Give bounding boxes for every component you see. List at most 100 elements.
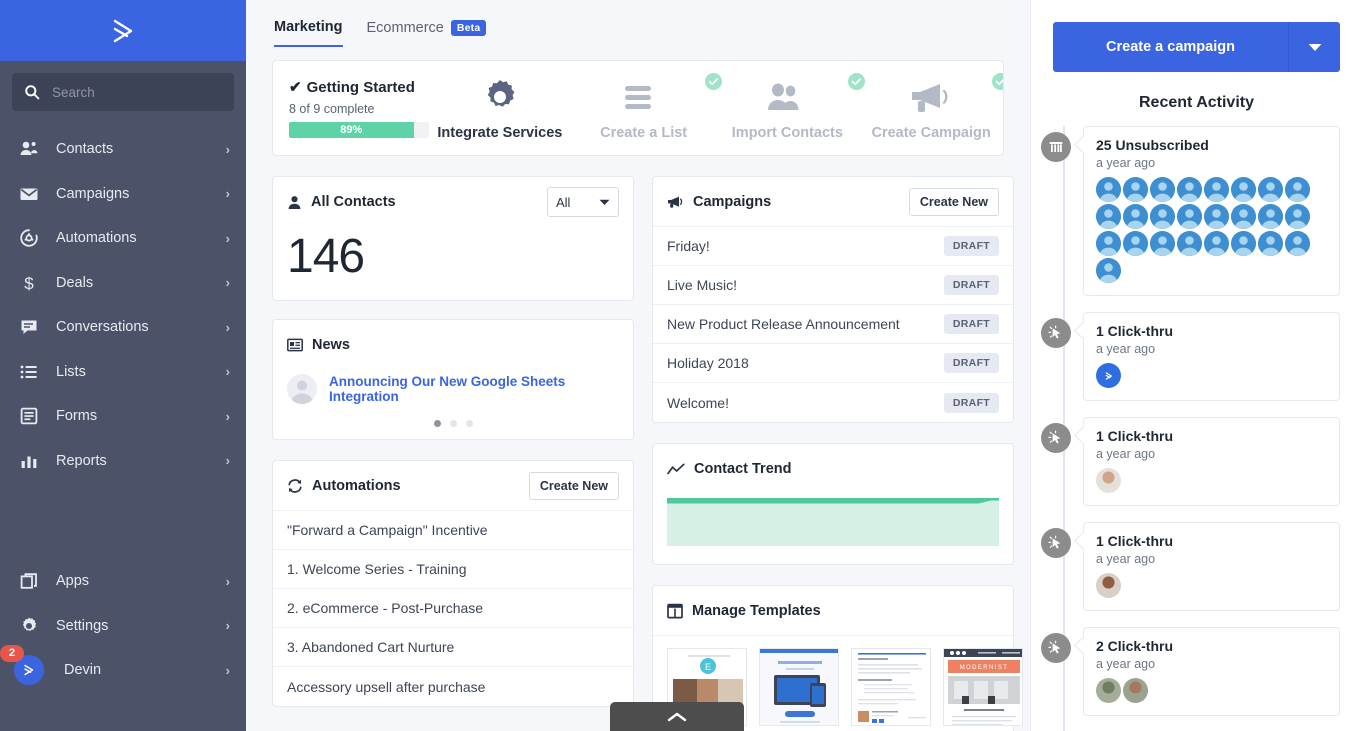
carousel-dot[interactable] — [434, 420, 441, 427]
contacts-filter-select[interactable]: All — [547, 187, 619, 217]
activity-item: 25 Unsubscribed a year ago — [1083, 126, 1340, 296]
activity-avatar-group — [1096, 678, 1311, 703]
activity-item: 1 Click-thru a year ago — [1083, 522, 1340, 611]
activity-title: 1 Click-thru — [1096, 428, 1327, 444]
list-item[interactable]: 1. Welcome Series - Training — [273, 550, 633, 589]
avatar — [1096, 177, 1121, 202]
contact-trend-header: Contact Trend — [653, 444, 1013, 494]
automation-name: Accessory upsell after purchase — [287, 679, 619, 695]
list-item[interactable]: 3. Abandoned Cart Nurture — [273, 628, 633, 667]
table-row[interactable]: Holiday 2018 DRAFT — [653, 344, 1013, 383]
automations-create-new-button[interactable]: Create New — [529, 472, 619, 500]
getting-started-steps: Integrate Services — [428, 75, 1003, 141]
sidebar-item-conversations[interactable]: Conversations › — [0, 305, 246, 350]
activity-card[interactable]: 1 Click-thru a year ago — [1083, 417, 1340, 506]
news-headline-link[interactable]: Announcing Our New Google Sheets Integra… — [329, 374, 619, 404]
avatar — [1123, 204, 1148, 229]
getting-started-card: ✔ Getting Started 8 of 9 complete 89% — [272, 60, 1004, 156]
list-item[interactable]: "Forward a Campaign" Incentive — [273, 511, 633, 550]
activity-card[interactable]: 1 Click-thru a year ago — [1083, 312, 1340, 401]
create-a-campaign-button[interactable]: Create a campaign — [1053, 22, 1288, 72]
news-carousel-dots — [273, 414, 633, 439]
right-panel: Create a campaign Recent Activity — [1030, 0, 1362, 731]
sidebar-item-forms[interactable]: Forms › — [0, 394, 246, 439]
activity-item: 2 Click-thru a year ago — [1083, 627, 1340, 716]
table-row[interactable]: New Product Release Announcement DRAFT — [653, 305, 1013, 344]
avatar — [1285, 231, 1310, 256]
step-integrate-services[interactable]: Integrate Services — [428, 75, 572, 141]
create-campaign-dropdown-button[interactable] — [1288, 22, 1340, 72]
chevron-right-icon: › — [226, 663, 230, 678]
activity-card[interactable]: 2 Click-thru a year ago — [1083, 627, 1340, 716]
sidebar-item-automations[interactable]: Automations › — [0, 216, 246, 261]
search-input[interactable] — [52, 85, 222, 100]
sidebar-item-campaigns[interactable]: Campaigns › — [0, 172, 246, 217]
sidebar-item-label: Apps — [56, 573, 210, 589]
sidebar-item-reports[interactable]: Reports › — [0, 439, 246, 484]
campaigns-create-new-button[interactable]: Create New — [909, 188, 999, 216]
carousel-dot[interactable] — [466, 420, 473, 427]
step-create-campaign[interactable]: Create Campaign — [859, 75, 1003, 141]
template-thumbnail[interactable]: MODERNIST — [943, 648, 1023, 726]
status-badge: DRAFT — [944, 393, 999, 413]
search-box[interactable] — [12, 73, 234, 111]
sidebar-item-label: Reports — [56, 453, 210, 469]
click-icon — [1041, 423, 1071, 453]
chevron-up-icon — [666, 711, 688, 723]
all-contacts-count: 146 — [273, 227, 633, 300]
sidebar-item-deals[interactable]: $ Deals › — [0, 261, 246, 306]
sidebar-item-label: Automations — [56, 230, 210, 246]
avatar — [1123, 678, 1148, 703]
campaigns-header: Campaigns Create New — [653, 177, 1013, 227]
getting-started-subtitle: 8 of 9 complete — [289, 102, 428, 116]
template-thumbnail[interactable] — [851, 648, 931, 726]
sidebar-item-account[interactable]: 2 Devin › — [0, 648, 246, 693]
list-item[interactable]: 2. eCommerce - Post-Purchase — [273, 589, 633, 628]
template-thumbnail[interactable] — [759, 648, 839, 726]
avatar — [1096, 204, 1121, 229]
people-icon — [716, 75, 860, 119]
avatar — [1150, 204, 1175, 229]
activity-avatar-group — [1096, 468, 1311, 493]
activity-card[interactable]: 1 Click-thru a year ago — [1083, 522, 1340, 611]
chevron-right-icon: › — [226, 574, 230, 589]
tab-ecommerce[interactable]: Ecommerce Beta — [367, 20, 487, 46]
sidebar-item-settings[interactable]: Settings › — [0, 604, 246, 649]
sidebar-item-label: Settings — [56, 618, 210, 634]
click-icon — [1041, 318, 1071, 348]
campaign-name: Live Music! — [667, 277, 944, 293]
tab-marketing[interactable]: Marketing — [274, 19, 343, 47]
contact-trend-card: Contact Trend — [652, 443, 1014, 565]
chat-dock-toggle[interactable] — [610, 702, 744, 731]
carousel-dot[interactable] — [450, 420, 457, 427]
contacts-filter-value: All — [556, 195, 570, 210]
avatar — [1096, 363, 1121, 388]
step-import-contacts[interactable]: Import Contacts — [716, 75, 860, 141]
table-row[interactable]: Live Music! DRAFT — [653, 266, 1013, 305]
step-label: Integrate Services — [428, 125, 572, 141]
automation-name: 2. eCommerce - Post-Purchase — [287, 600, 619, 616]
avatar — [1096, 678, 1121, 703]
activity-card[interactable]: 25 Unsubscribed a year ago — [1083, 126, 1340, 296]
bar-chart-icon — [18, 450, 40, 472]
sidebar-item-lists[interactable]: Lists › — [0, 350, 246, 395]
step-create-a-list[interactable]: Create a List — [572, 75, 716, 141]
list-icon — [18, 361, 40, 383]
search-icon — [24, 84, 40, 100]
click-icon — [1041, 633, 1071, 663]
activity-time: a year ago — [1096, 156, 1327, 170]
contacts-icon — [18, 138, 40, 160]
activity-title: 2 Click-thru — [1096, 638, 1327, 654]
all-contacts-card: All Contacts All 146 — [272, 176, 634, 301]
create-campaign-group: Create a campaign — [1031, 0, 1362, 72]
chevron-down-icon — [1308, 43, 1322, 52]
sidebar-item-contacts[interactable]: Contacts › — [0, 127, 246, 172]
sidebar-item-apps[interactable]: Apps › — [0, 559, 246, 604]
table-row[interactable]: Welcome! DRAFT — [653, 383, 1013, 422]
manage-templates-title: Manage Templates — [692, 603, 999, 619]
list-item[interactable]: Accessory upsell after purchase — [273, 667, 633, 706]
chevron-right-icon: › — [226, 320, 230, 335]
brand-bar[interactable] — [0, 0, 246, 61]
table-row[interactable]: Friday! DRAFT — [653, 227, 1013, 266]
dashboard-tabs: Marketing Ecommerce Beta — [246, 0, 1030, 52]
